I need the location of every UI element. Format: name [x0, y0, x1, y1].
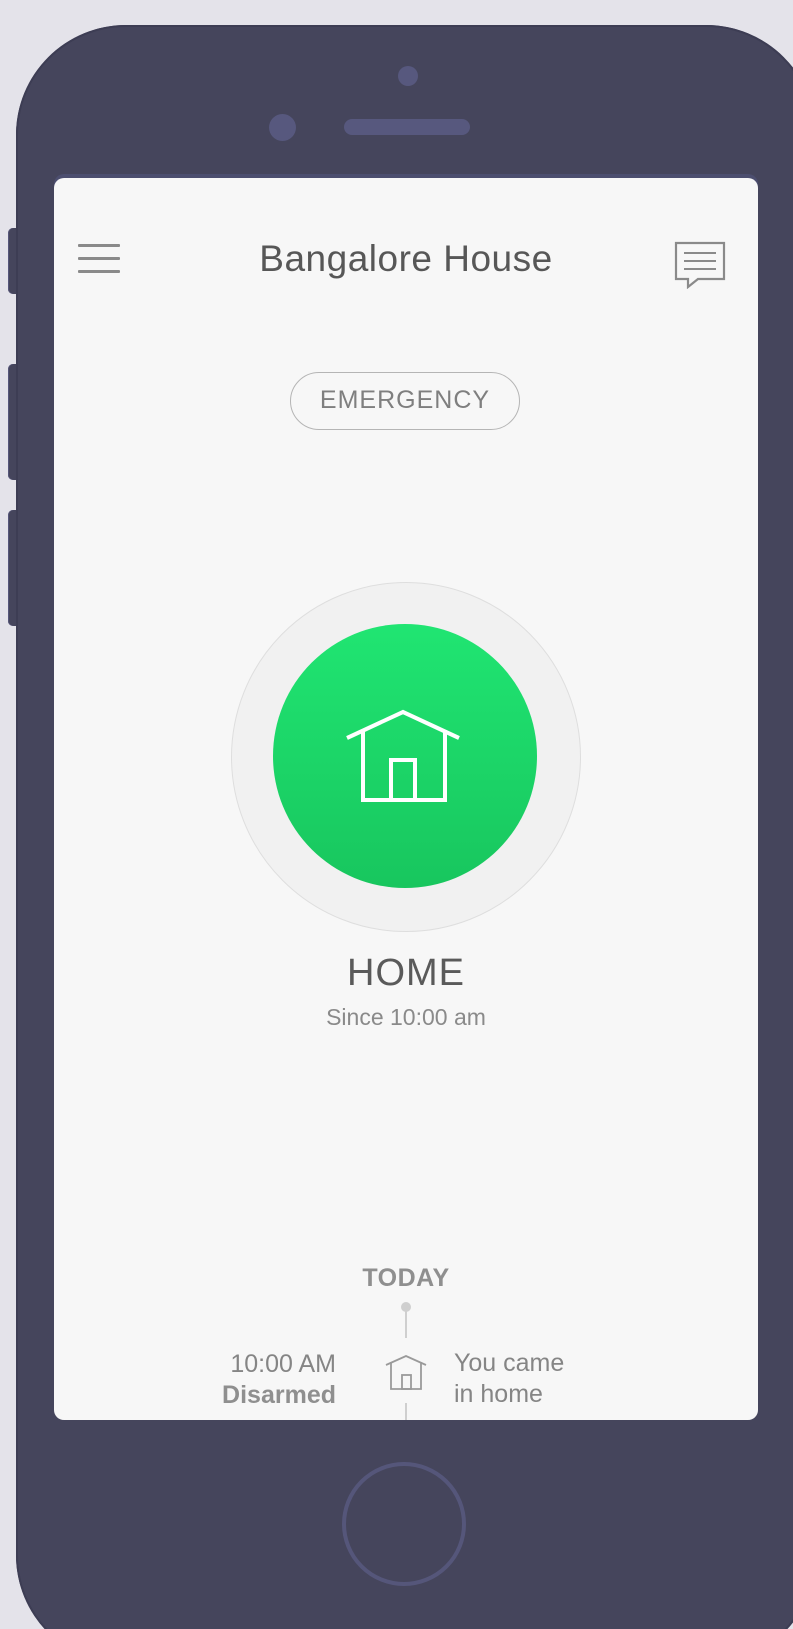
phone-home-button[interactable] [342, 1462, 466, 1586]
timeline-line [405, 1403, 407, 1420]
event-status: Disarmed [222, 1381, 336, 1409]
page: Bangalore House EMERGENCY HOME Since 10:… [0, 0, 793, 1629]
mode-label: HOME [347, 952, 465, 994]
event-description-line: You came [454, 1349, 565, 1377]
home-mode-button[interactable] [273, 624, 537, 888]
emergency-button[interactable]: EMERGENCY [290, 372, 520, 430]
proximity-sensor [269, 114, 296, 141]
timeline-line [405, 1308, 407, 1338]
front-camera [398, 66, 418, 86]
house-icon [384, 1353, 428, 1393]
app-screen: Bangalore House EMERGENCY HOME Since 10:… [54, 178, 758, 1420]
earpiece-speaker [344, 119, 470, 135]
house-icon [346, 709, 460, 802]
event-description: You came in home [454, 1348, 674, 1410]
timeline-section-label: TODAY [362, 1264, 450, 1292]
event-description-line: in home [454, 1380, 543, 1408]
page-title: Bangalore House [259, 238, 553, 279]
event-time: 10:00 AM [230, 1350, 336, 1378]
chat-bubble-icon[interactable] [674, 241, 726, 290]
mode-since-text: Since 10:00 am [326, 1004, 486, 1030]
